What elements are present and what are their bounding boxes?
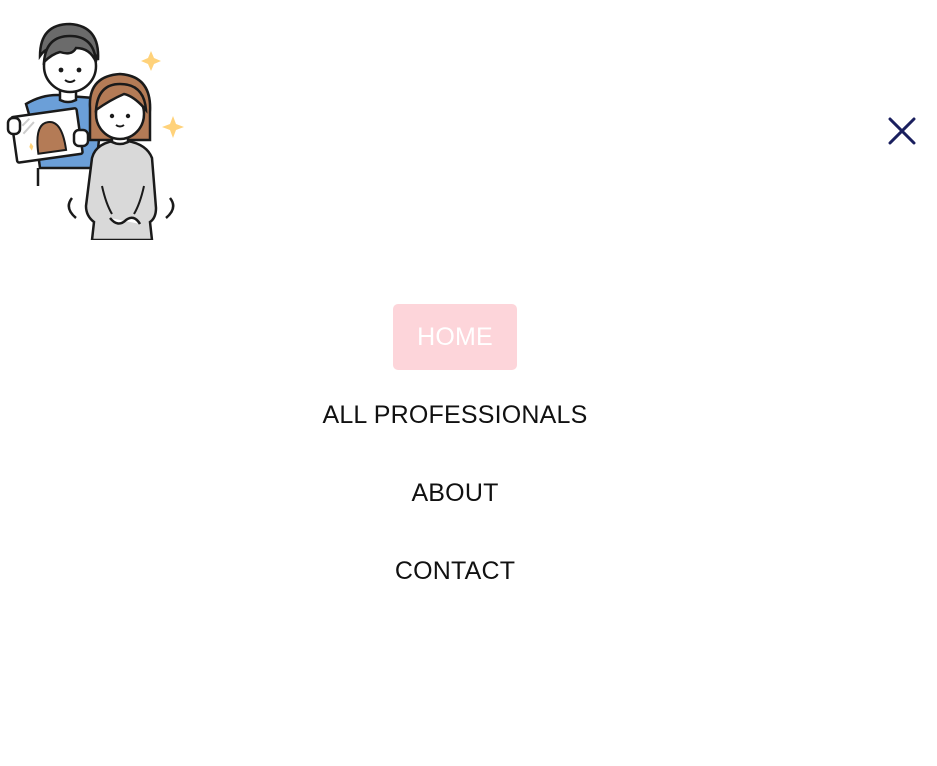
couple-illustration-icon [6,22,184,242]
close-menu-button[interactable] [882,112,922,150]
main-navigation: HOME ALL PROFESSIONALS ABOUT CONTACT [0,304,910,616]
nav-item-about[interactable]: ABOUT [387,460,522,526]
logo-illustration[interactable] [6,18,186,242]
nav-item-home[interactable]: HOME [393,304,517,370]
nav-item-all-professionals[interactable]: ALL PROFESSIONALS [298,382,611,448]
nav-item-contact[interactable]: CONTACT [371,538,539,604]
close-icon [888,117,916,145]
